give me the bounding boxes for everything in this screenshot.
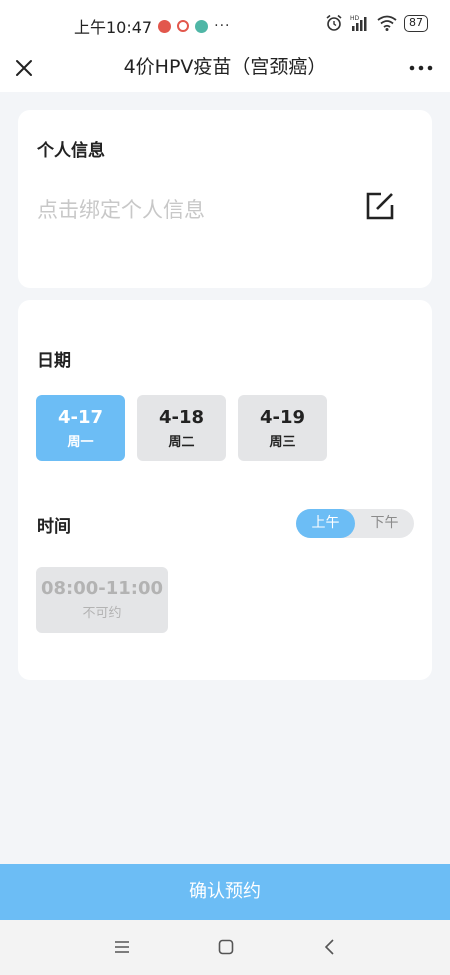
time-title: 时间 bbox=[37, 517, 71, 537]
personal-info-card: 个人信息 点击绑定个人信息 bbox=[18, 110, 432, 288]
time-slot[interactable]: 08:00-11:00 不可约 bbox=[36, 567, 168, 633]
time-slot-range: 08:00-11:00 bbox=[40, 578, 164, 599]
nav-bar: 4价HPV疫苗（宫颈癌） bbox=[0, 48, 450, 92]
back-icon[interactable] bbox=[322, 937, 338, 957]
weibo-icon bbox=[177, 20, 190, 32]
time-slot-status: 不可约 bbox=[82, 606, 122, 621]
date-option-weekday: 周一 bbox=[67, 435, 94, 450]
status-time: 上午10:47 bbox=[74, 18, 153, 37]
battery-icon: 87 bbox=[404, 14, 428, 32]
half-day-toggle: 上午 下午 bbox=[296, 509, 414, 538]
home-icon[interactable] bbox=[217, 938, 235, 956]
alarm-icon bbox=[326, 14, 342, 31]
svg-text:HD: HD bbox=[350, 15, 360, 22]
app-icon bbox=[195, 19, 209, 33]
date-option-date: 4-17 bbox=[57, 407, 104, 428]
date-option-weekday: 周二 bbox=[168, 435, 195, 450]
notification-icon bbox=[158, 19, 172, 33]
status-bar: 上午10:47 ··· HD 87 bbox=[0, 0, 450, 48]
confirm-appointment-button[interactable]: 确认预约 bbox=[0, 864, 450, 920]
date-option-date: 4-19 bbox=[259, 407, 306, 428]
status-more-indicator: ··· bbox=[214, 18, 231, 34]
date-option-date: 4-18 bbox=[158, 407, 205, 428]
date-option-4-17[interactable]: 4-17 周一 bbox=[36, 395, 125, 461]
schedule-card: 日期 4-17 周一 4-18 周二 4-19 周三 时间 上午 下午 08:0… bbox=[18, 300, 432, 680]
wifi-icon bbox=[377, 15, 397, 31]
status-left: 上午10:47 ··· bbox=[74, 14, 230, 38]
page-title: 4价HPV疫苗（宫颈癌） bbox=[123, 56, 327, 78]
app-root: 上午10:47 ··· HD 87 4价HPV疫苗（宫颈癌） 个人信息 点击绑定… bbox=[0, 0, 450, 975]
hd-signal-icon: HD bbox=[350, 15, 367, 31]
status-right: HD 87 bbox=[325, 14, 428, 32]
date-option-weekday: 周三 bbox=[269, 435, 296, 450]
system-nav-bar bbox=[0, 920, 450, 975]
afternoon-option[interactable]: 下午 bbox=[355, 509, 414, 538]
date-title: 日期 bbox=[37, 351, 71, 371]
menu-icon[interactable] bbox=[112, 938, 132, 956]
date-option-4-19[interactable]: 4-19 周三 bbox=[238, 395, 327, 461]
personal-info-title: 个人信息 bbox=[37, 141, 105, 161]
bind-personal-info-link[interactable]: 点击绑定个人信息 bbox=[37, 194, 205, 224]
more-icon[interactable] bbox=[408, 56, 434, 80]
date-option-4-18[interactable]: 4-18 周二 bbox=[137, 395, 226, 461]
edit-icon[interactable] bbox=[364, 190, 396, 222]
morning-option[interactable]: 上午 bbox=[296, 509, 355, 538]
